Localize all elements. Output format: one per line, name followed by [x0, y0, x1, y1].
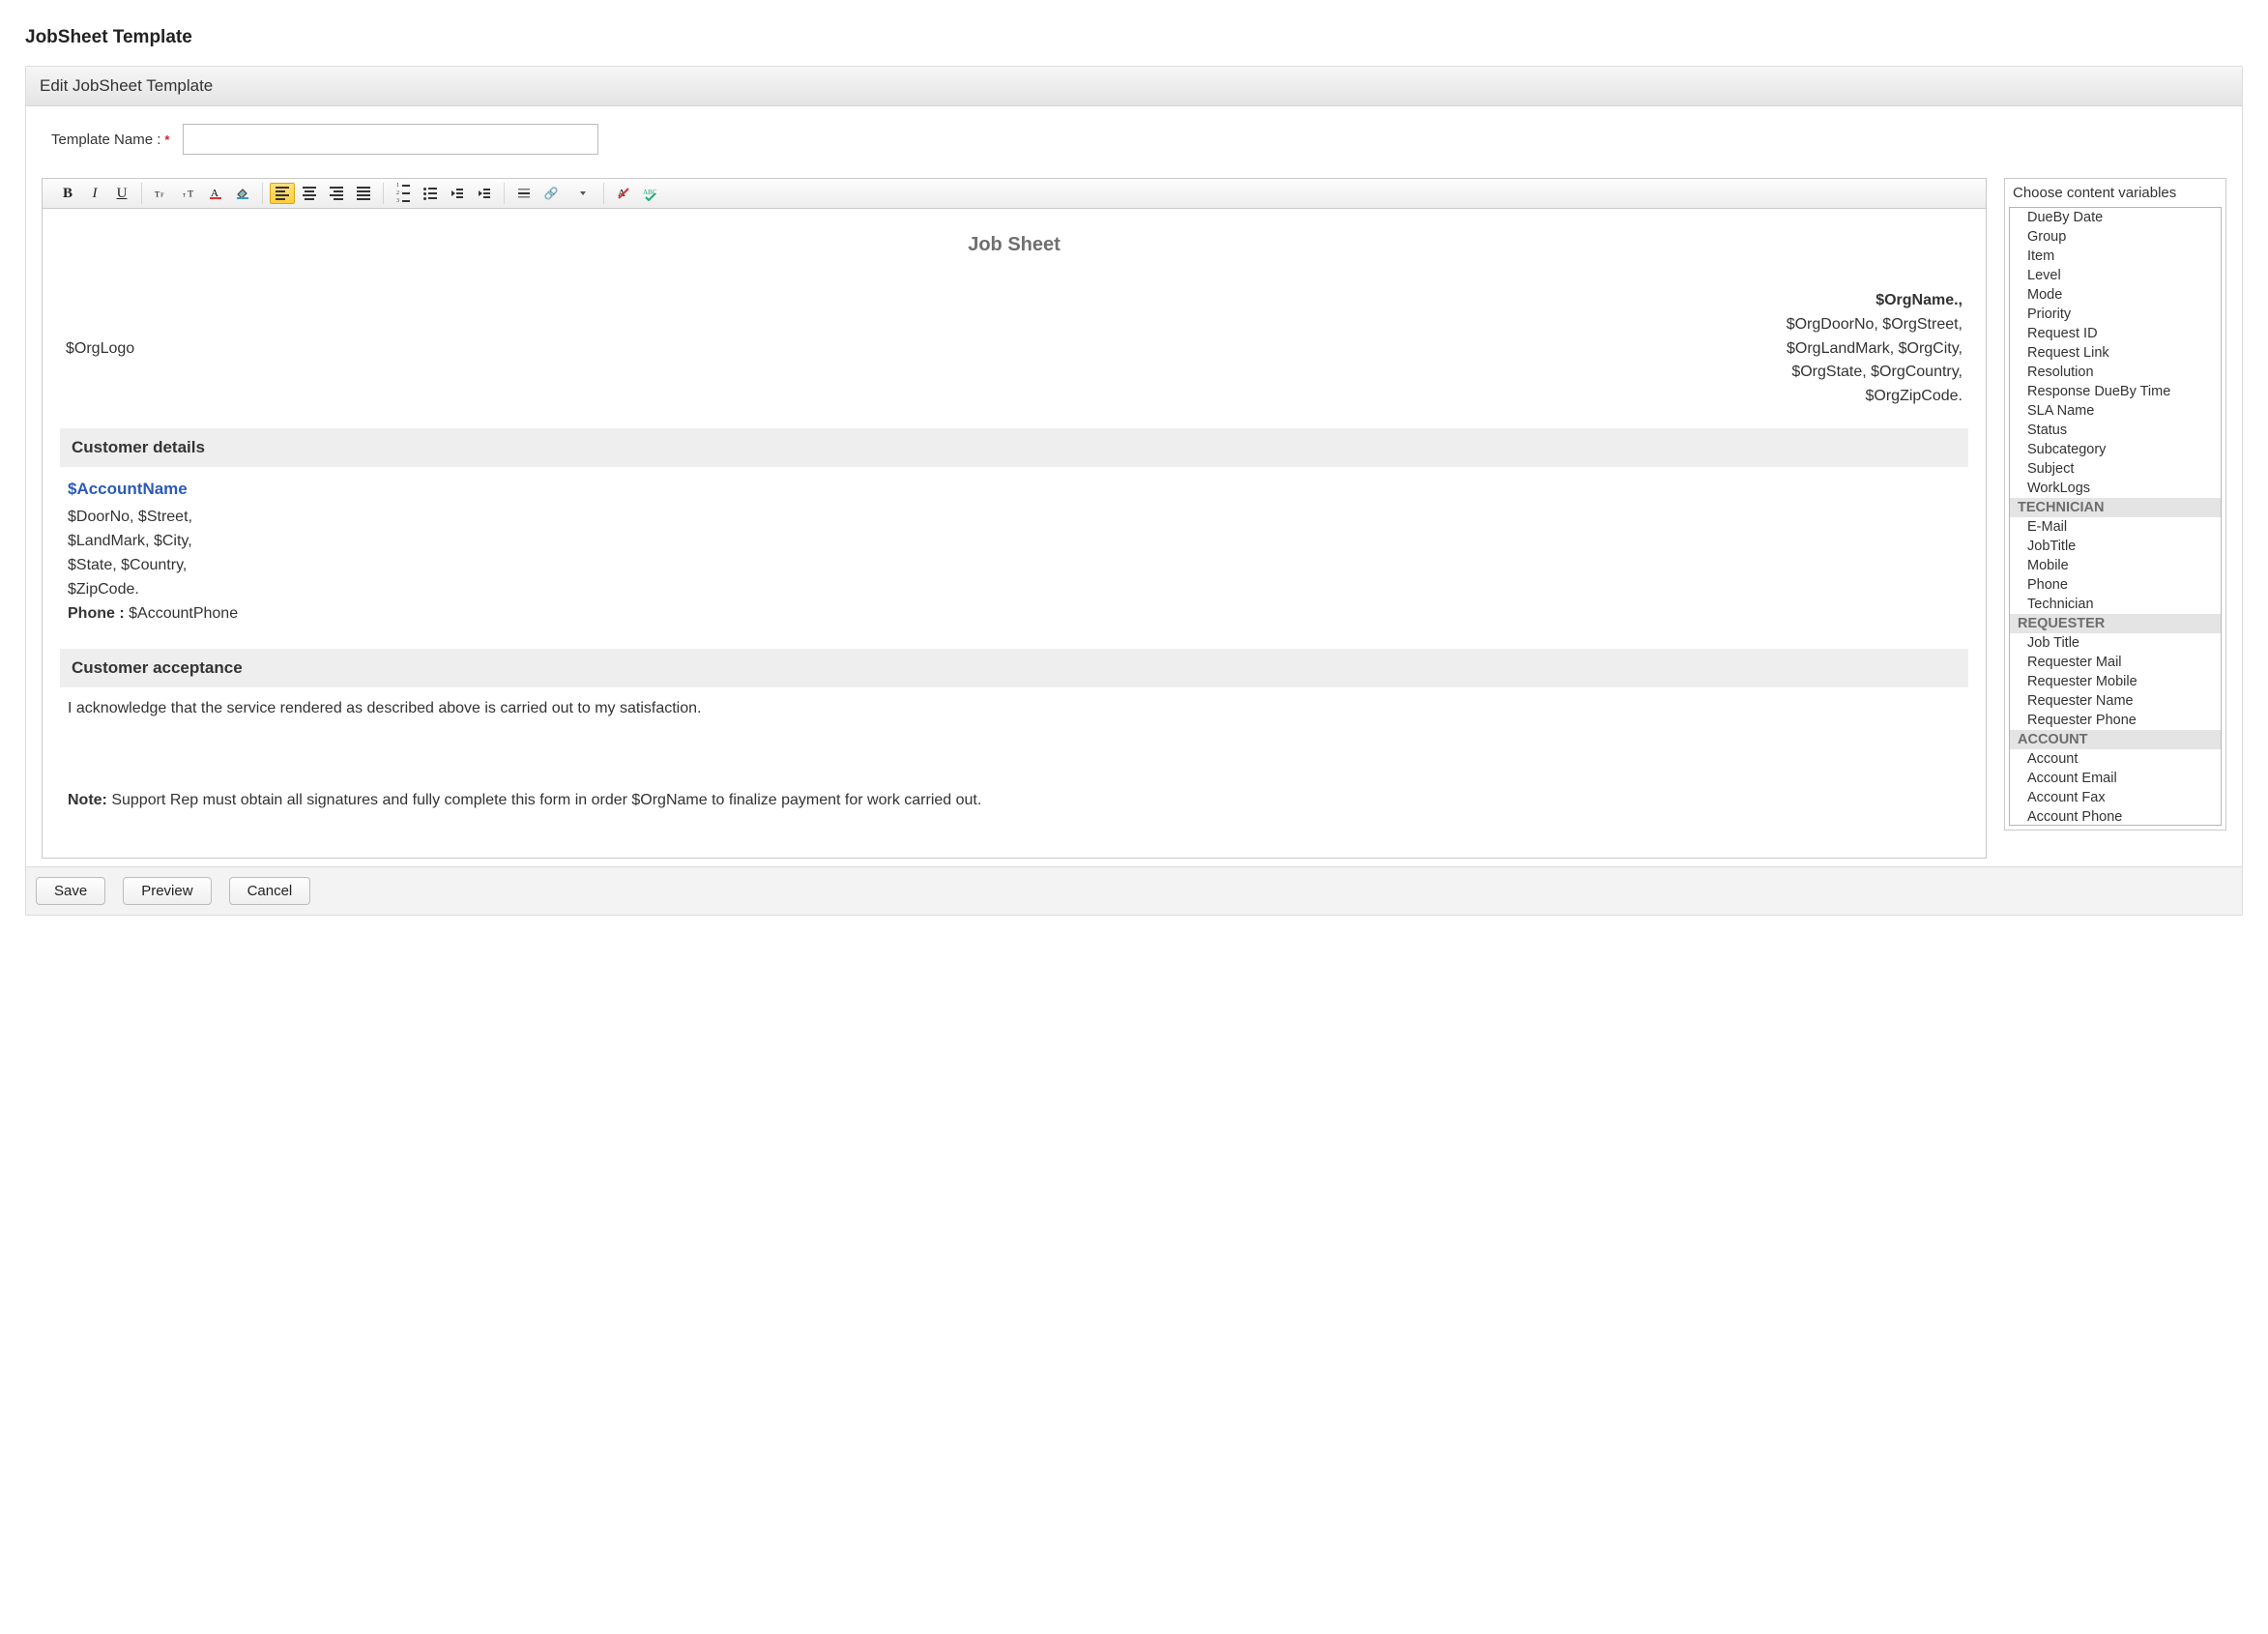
page-title: JobSheet Template: [25, 27, 2243, 48]
editor-toolbar: B I U TF TT: [43, 179, 1986, 209]
preview-button[interactable]: Preview: [123, 877, 211, 905]
variable-group-header: TECHNICIAN: [2010, 498, 2221, 517]
variable-item[interactable]: Requester Phone: [2010, 711, 2221, 730]
variable-item[interactable]: Group: [2010, 227, 2221, 247]
org-address-block: $OrgName., $OrgDoorNo, $OrgStreet, $OrgL…: [1787, 289, 1963, 409]
variable-item[interactable]: Resolution: [2010, 363, 2221, 382]
edit-panel: Edit JobSheet Template Template Name :* …: [25, 66, 2243, 916]
customer-details-body: $AccountName $DoorNo, $Street, $LandMark…: [60, 467, 1968, 643]
acknowledgement-text: I acknowledge that the service rendered …: [68, 697, 1961, 721]
variable-item[interactable]: Request Link: [2010, 343, 2221, 363]
svg-text:T: T: [155, 190, 160, 199]
content-variables-scroll[interactable]: DueBy DateGroupItemLevelModePriorityRequ…: [2009, 207, 2222, 826]
font-family-button[interactable]: TF: [149, 183, 174, 204]
align-justify-button[interactable]: [351, 183, 376, 204]
svg-text:T: T: [188, 190, 193, 200]
account-name-var: $AccountName: [68, 477, 1961, 502]
variable-item[interactable]: Subcategory: [2010, 440, 2221, 459]
variable-item[interactable]: Account Email: [2010, 769, 2221, 788]
variable-item[interactable]: Request ID: [2010, 324, 2221, 343]
variable-item[interactable]: Status: [2010, 421, 2221, 440]
indent-button[interactable]: [472, 183, 497, 204]
doc-title: Job Sheet: [60, 234, 1968, 256]
font-size-button[interactable]: TT: [176, 183, 201, 204]
variable-item[interactable]: Subject: [2010, 459, 2221, 479]
variable-item[interactable]: Priority: [2010, 305, 2221, 324]
variable-group-header: ACCOUNT: [2010, 730, 2221, 749]
svg-text:T: T: [183, 193, 187, 199]
variable-item[interactable]: Level: [2010, 266, 2221, 285]
variable-item[interactable]: Requester Name: [2010, 691, 2221, 711]
italic-button[interactable]: I: [82, 183, 107, 204]
spellcheck-button[interactable]: ABC: [638, 183, 663, 204]
template-name-label: Template Name :*: [51, 131, 169, 148]
variable-item[interactable]: Response DueBy Time: [2010, 382, 2221, 401]
variable-item[interactable]: Mode: [2010, 285, 2221, 305]
content-variables-title: Choose content variables: [2005, 179, 2225, 207]
template-name-input[interactable]: [183, 124, 598, 155]
panel-header: Edit JobSheet Template: [26, 67, 2242, 106]
variable-item[interactable]: Mobile: [2010, 556, 2221, 575]
note-line: Note: Support Rep must obtain all signat…: [68, 789, 1961, 813]
cancel-button[interactable]: Cancel: [229, 877, 311, 905]
panel-footer: Save Preview Cancel: [26, 866, 2242, 915]
variable-item[interactable]: Requester Mobile: [2010, 672, 2221, 691]
content-variables-list: DueBy DateGroupItemLevelModePriorityRequ…: [2010, 208, 2221, 826]
bold-button[interactable]: B: [55, 183, 80, 204]
variable-item[interactable]: WorkLogs: [2010, 479, 2221, 498]
rich-text-editor: B I U TF TT: [42, 178, 1987, 859]
link-dropdown-button[interactable]: [566, 183, 596, 204]
template-name-row: Template Name :*: [42, 124, 2226, 155]
variable-item[interactable]: SLA Name: [2010, 401, 2221, 421]
remove-format-button[interactable]: A: [611, 183, 636, 204]
variable-item[interactable]: Technician: [2010, 595, 2221, 614]
customer-acceptance-header: Customer acceptance: [60, 649, 1968, 687]
variable-item[interactable]: DueBy Date: [2010, 208, 2221, 227]
variable-item[interactable]: Job Title: [2010, 633, 2221, 653]
editor-canvas[interactable]: Job Sheet $OrgLogo $OrgName., $OrgDoorNo…: [43, 209, 1986, 858]
variable-item[interactable]: Account Phone: [2010, 807, 2221, 826]
variable-item[interactable]: Item: [2010, 247, 2221, 266]
unordered-list-button[interactable]: [418, 183, 443, 204]
org-logo-placeholder: $OrgLogo: [66, 340, 134, 358]
save-button[interactable]: Save: [36, 877, 105, 905]
align-left-button[interactable]: [270, 183, 295, 204]
align-right-button[interactable]: [324, 183, 349, 204]
svg-text:F: F: [160, 193, 164, 199]
variable-item[interactable]: JobTitle: [2010, 537, 2221, 556]
variable-group-header: REQUESTER: [2010, 614, 2221, 633]
required-indicator: *: [164, 132, 169, 147]
bg-color-button[interactable]: [230, 183, 255, 204]
variable-item[interactable]: Account: [2010, 749, 2221, 769]
outdent-button[interactable]: [445, 183, 470, 204]
underline-button[interactable]: U: [109, 183, 134, 204]
variable-item[interactable]: E-Mail: [2010, 517, 2221, 537]
ordered-list-button[interactable]: 123: [391, 183, 416, 204]
variable-item[interactable]: Phone: [2010, 575, 2221, 595]
font-color-button[interactable]: A: [203, 183, 228, 204]
content-variables-panel: Choose content variables DueBy DateGroup…: [2004, 178, 2226, 831]
customer-details-header: Customer details: [60, 428, 1968, 467]
link-button[interactable]: 🔗: [538, 183, 564, 204]
variable-item[interactable]: Account Fax: [2010, 788, 2221, 807]
variable-item[interactable]: Requester Mail: [2010, 653, 2221, 672]
hr-button[interactable]: [511, 183, 537, 204]
align-center-button[interactable]: [297, 183, 322, 204]
